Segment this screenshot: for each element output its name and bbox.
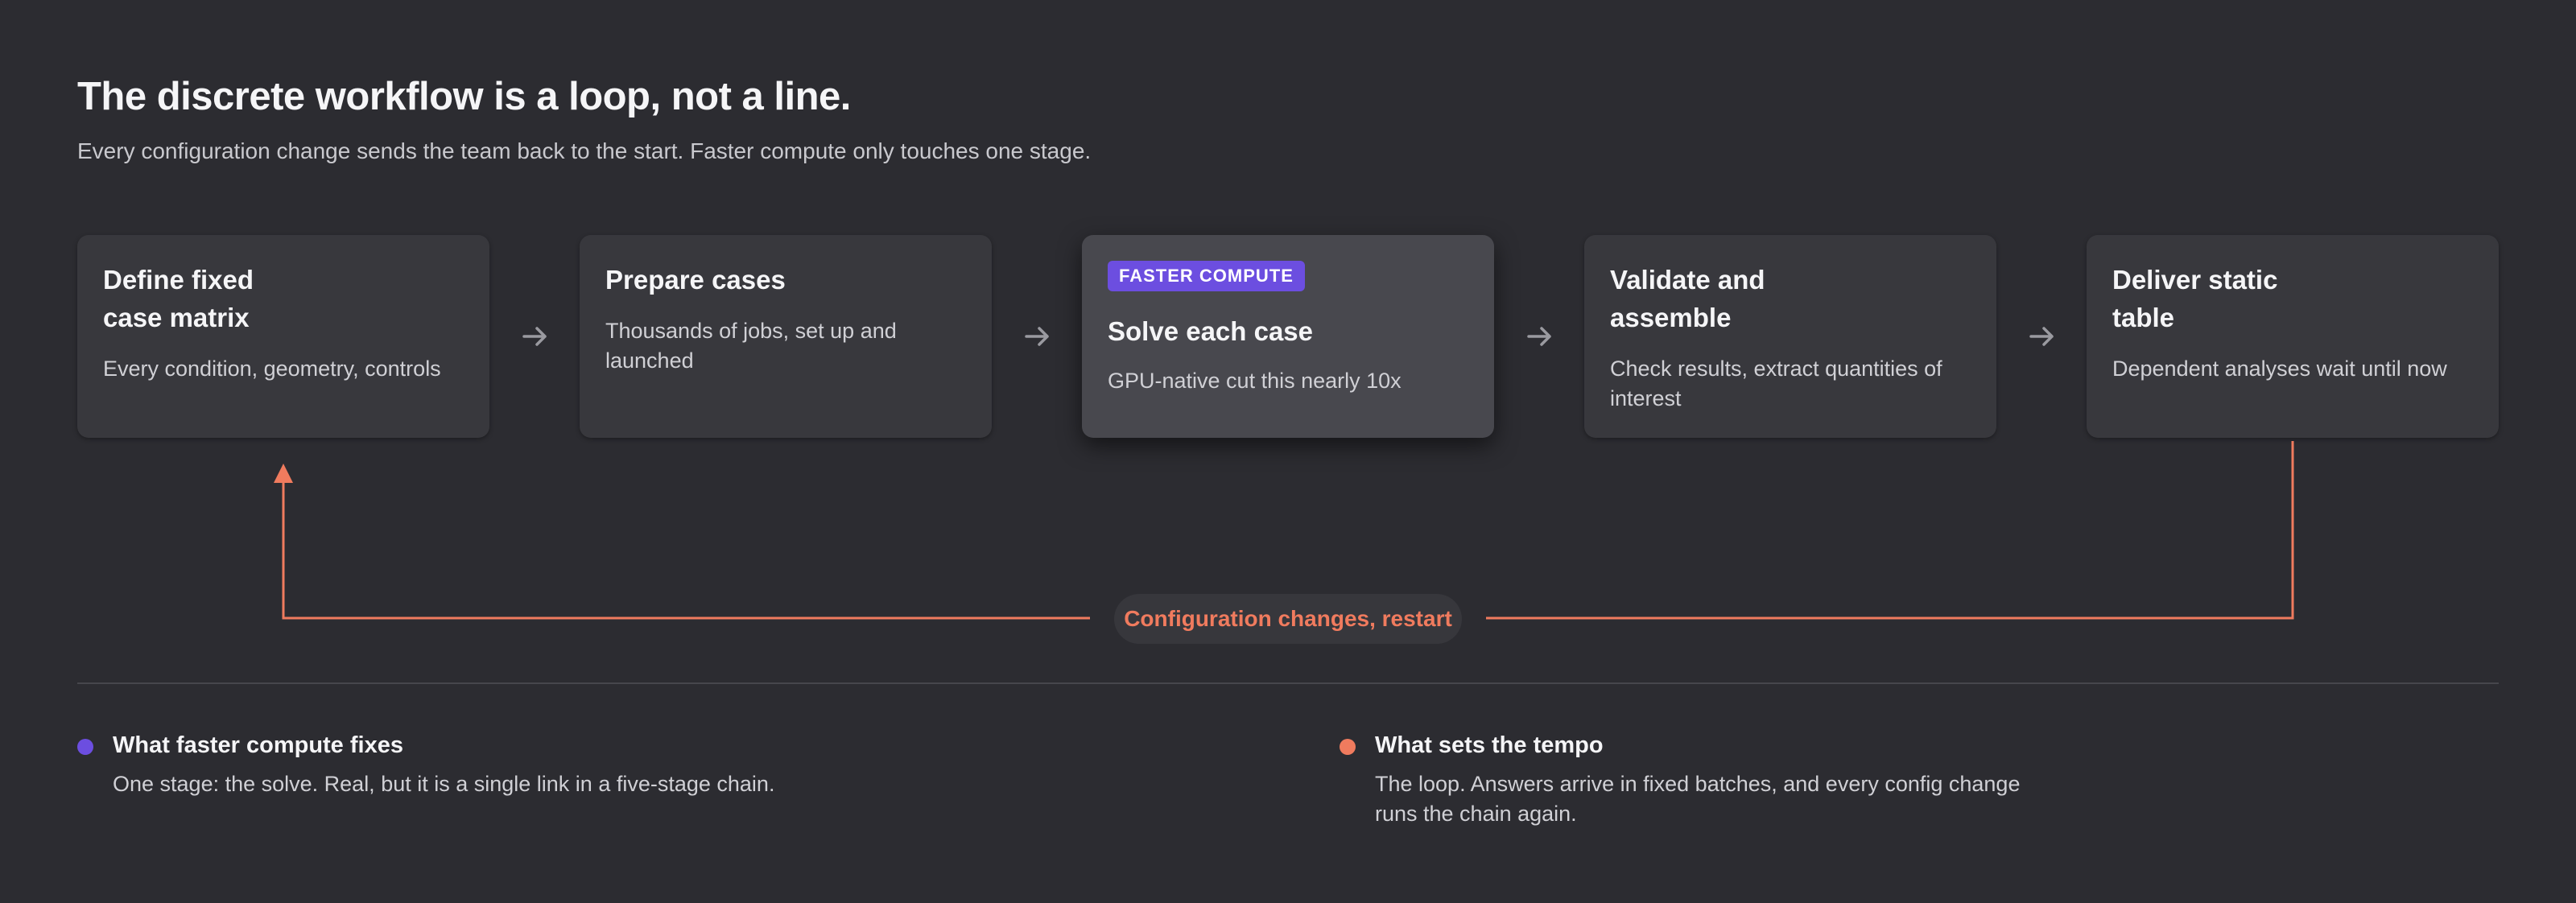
note-title: What sets the tempo [1375,732,1604,758]
section-divider [77,682,2499,684]
note-body: One stage: the solve. Real, but it is a … [113,772,775,796]
arrow-up-icon [274,464,293,483]
loop-label: Configuration changes, restart [1114,594,1462,644]
note-tempo: What sets the tempo The loop. Answers ar… [1340,729,2048,829]
note-title: What faster compute fixes [113,732,403,758]
note-faster-compute: What faster compute fixes One stage: the… [77,729,786,799]
note-body: The loop. Answers arrive in fixed batche… [1375,772,2021,826]
coral-dot-icon [1340,739,1356,755]
purple-dot-icon [77,739,93,755]
